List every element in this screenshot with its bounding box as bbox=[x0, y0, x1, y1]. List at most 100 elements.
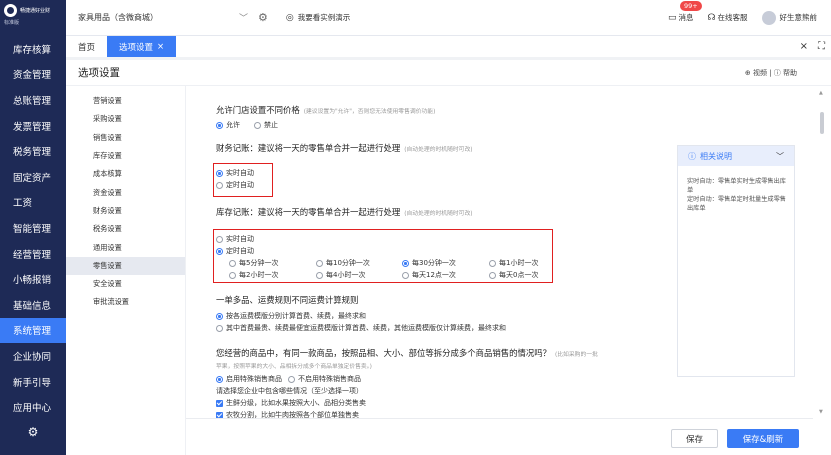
stock-timing-radio[interactable]: 每30分钟一次 bbox=[402, 258, 475, 268]
headset-icon: ☊ bbox=[707, 12, 716, 23]
info-icon: ⓘ bbox=[688, 151, 696, 161]
gear-icon[interactable]: ⚙ bbox=[0, 420, 66, 444]
scrollbar[interactable]: ▲ ▼ bbox=[813, 86, 831, 455]
radio-icon bbox=[316, 271, 323, 279]
sidebar-item[interactable]: 系统管理 bbox=[0, 317, 66, 344]
sidebar-item[interactable]: 智能管理 bbox=[0, 215, 66, 241]
stock-timing-radio[interactable]: 每5分钟一次 bbox=[229, 258, 302, 268]
sidebar-item[interactable]: 固定资产 bbox=[0, 164, 66, 190]
sidebar-item[interactable]: 小畅报销 bbox=[0, 266, 66, 292]
stock-timing-radio[interactable]: 每2小时一次 bbox=[229, 270, 302, 280]
subnav-item[interactable]: 库存设置 bbox=[66, 147, 185, 165]
radio-icon bbox=[216, 247, 223, 255]
logo[interactable]: 畅捷通好业财 标准版 bbox=[0, 0, 66, 36]
subnav-item[interactable]: 税务设置 bbox=[66, 220, 185, 238]
footer-actions: 保存 保存&刷新 bbox=[186, 418, 813, 455]
finance-hint: (自动处理的时机随时可改) bbox=[404, 147, 473, 153]
price-allow-label: 允许 bbox=[226, 121, 240, 129]
freight-rule-2-radio[interactable]: 其中首费最贵、续费最便宜运费模版计算首费、续费，其他运费模版仅计算续费，最终求和 bbox=[216, 323, 506, 333]
stock-realtime-radio[interactable]: 实时自动 bbox=[216, 234, 254, 244]
radio-icon bbox=[216, 169, 223, 177]
sidebar-item[interactable]: 应用中心 bbox=[0, 394, 66, 420]
tab-options-settings-label: 选项设置 bbox=[119, 42, 154, 53]
tab-bar: 首页 选项设置 × × ⛶ bbox=[66, 36, 831, 57]
finance-setting-title: 财务记账：建议将一天的零售单合并一起进行处理 (自动处理的时机随时可改) bbox=[216, 142, 473, 154]
scroll-up-icon[interactable]: ▲ bbox=[819, 90, 823, 96]
subnav-item[interactable]: 营销设置 bbox=[66, 92, 185, 110]
messages-label: 消息 bbox=[678, 13, 694, 22]
messages-button[interactable]: ▭ 消息 99+ bbox=[668, 1, 702, 23]
price-hint: (建议设置为"允许"，否则您无法使用零售调价功能) bbox=[303, 109, 436, 115]
scrollbar-thumb[interactable] bbox=[820, 112, 824, 134]
scroll-down-icon[interactable]: ▼ bbox=[819, 409, 823, 415]
split-setting-title: 您经营的商品中，有同一款商品，按照品相、大小、部位等拆分成多个商品销售的情况吗？… bbox=[216, 347, 626, 359]
sidebar-item[interactable]: 工资 bbox=[0, 190, 66, 216]
subnav-item[interactable]: 成本核算 bbox=[66, 165, 185, 183]
split-title-text: 您经营的商品中，有同一款商品，按照品相、大小、部位等拆分成多个商品销售的情况吗？ bbox=[216, 348, 551, 358]
sidebar-item[interactable]: 经营管理 bbox=[0, 241, 66, 267]
stock-scheduled-radio[interactable]: 定时自动 bbox=[216, 246, 254, 256]
video-help-links[interactable]: ⊕ 视频 | ⓘ 帮助 bbox=[745, 68, 831, 78]
message-count-badge: 99+ bbox=[679, 1, 702, 11]
stock-timing-label: 每5分钟一次 bbox=[239, 259, 279, 267]
user-menu[interactable]: 好生意熊前 bbox=[761, 10, 817, 25]
price-forbid-radio[interactable]: 禁止 bbox=[254, 120, 278, 130]
related-info-header[interactable]: ⓘ 相关说明 ﹀ bbox=[678, 146, 794, 166]
subnav-item[interactable]: 安全设置 bbox=[66, 275, 185, 293]
store-settings-gear-icon[interactable]: ⚙ bbox=[258, 11, 268, 24]
stock-timing-label: 每1小时一次 bbox=[499, 259, 539, 267]
split-grading-checkbox[interactable]: 生鲜分级，比如水果按照大小、品相分类售卖 bbox=[216, 398, 366, 408]
save-button[interactable]: 保存 bbox=[671, 429, 718, 448]
finance-scheduled-radio[interactable]: 定时自动 bbox=[216, 180, 254, 190]
subnav-item[interactable]: 零售设置 bbox=[66, 256, 185, 275]
avatar bbox=[761, 10, 776, 25]
demo-link[interactable]: ◎ 我要看实例演示 bbox=[286, 12, 350, 23]
stock-timing-radio[interactable]: 每1小时一次 bbox=[489, 258, 545, 268]
sidebar-item[interactable]: 资金管理 bbox=[0, 62, 66, 88]
stock-timing-label: 每10分钟一次 bbox=[326, 259, 370, 267]
save-and-refresh-button[interactable]: 保存&刷新 bbox=[727, 429, 799, 448]
radio-icon bbox=[229, 259, 236, 267]
sidebar-item[interactable]: 基础信息 bbox=[0, 292, 66, 318]
tab-home[interactable]: 首页 bbox=[66, 36, 107, 57]
finance-scheduled-label: 定时自动 bbox=[226, 181, 254, 189]
sidebar-item[interactable]: 库存核算 bbox=[0, 36, 66, 62]
split-disable-radio[interactable]: 不启用特殊销售商品 bbox=[288, 374, 361, 384]
stock-setting-title: 库存记账：建议将一天的零售单合并一起进行处理 (自动处理的时机随时可改) bbox=[216, 206, 473, 218]
stock-timing-label: 每4小时一次 bbox=[326, 271, 366, 279]
subnav-item[interactable]: 财务设置 bbox=[66, 202, 185, 220]
subnav-item[interactable]: 通用设置 bbox=[66, 238, 185, 256]
sidebar-item[interactable]: 税务管理 bbox=[0, 138, 66, 164]
stock-timing-label: 每天0点一次 bbox=[499, 271, 539, 279]
store-select[interactable]: 家具用品（含微商城） ﹀ bbox=[78, 11, 248, 24]
subnav-item[interactable]: 采购设置 bbox=[66, 110, 185, 128]
stock-timing-radio[interactable]: 每10分钟一次 bbox=[316, 258, 388, 268]
logo-icon bbox=[4, 4, 17, 17]
sidebar-item[interactable]: 企业协同 bbox=[0, 343, 66, 369]
freight-rule-1-radio[interactable]: 按各运费模版分别计算首费、续费，最终求和 bbox=[216, 311, 366, 321]
price-allow-radio[interactable]: 允许 bbox=[216, 120, 240, 130]
sidebar-item[interactable]: 新手引导 bbox=[0, 369, 66, 395]
stock-timing-radio[interactable]: 每天12点一次 bbox=[402, 270, 475, 280]
subnav-item[interactable]: 资金设置 bbox=[66, 183, 185, 201]
subnav-item[interactable]: 审批流设置 bbox=[66, 293, 185, 311]
sidebar-item[interactable]: 总账管理 bbox=[0, 87, 66, 113]
close-all-tabs-icon[interactable]: × bbox=[800, 41, 808, 52]
tab-options-settings[interactable]: 选项设置 × bbox=[107, 36, 177, 57]
sidebar-item[interactable]: 发票管理 bbox=[0, 113, 66, 139]
radio-icon bbox=[216, 375, 223, 383]
radio-icon bbox=[216, 312, 223, 320]
split-enable-radio[interactable]: 启用特殊销售商品 bbox=[216, 374, 282, 384]
stock-scheduled-label: 定时自动 bbox=[226, 247, 254, 255]
online-service-button[interactable]: ☊ 在线客服 bbox=[708, 12, 748, 23]
subnav-item[interactable]: 销售设置 bbox=[66, 129, 185, 147]
radio-icon bbox=[402, 259, 409, 267]
stock-timing-radio[interactable]: 每天0点一次 bbox=[489, 270, 545, 280]
freight-rule-2-label: 其中首费最贵、续费最便宜运费模版计算首费、续费，其他运费模版仅计算续费，最终求和 bbox=[226, 324, 506, 332]
tab-close-icon[interactable]: × bbox=[157, 42, 164, 52]
stock-timing-radio[interactable]: 每4小时一次 bbox=[316, 270, 388, 280]
fullscreen-icon[interactable]: ⛶ bbox=[818, 41, 825, 52]
freight-rule-1-label: 按各运费模版分别计算首费、续费，最终求和 bbox=[226, 312, 366, 320]
related-info-line-1: 实时自动：零售单实时生成零售出库单 bbox=[687, 178, 786, 194]
finance-realtime-radio[interactable]: 实时自动 bbox=[216, 168, 254, 178]
